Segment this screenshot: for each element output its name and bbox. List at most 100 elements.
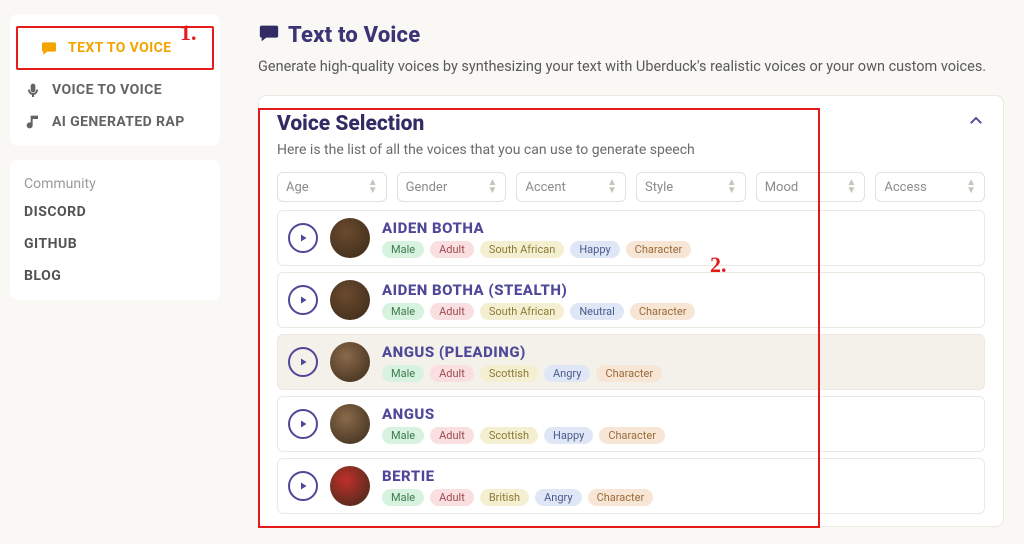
- voice-list: AIDEN BOTHA Male Adult South African Happy Ch…: [277, 210, 985, 514]
- sort-icon: ▲▼: [727, 179, 737, 195]
- voice-tag: Adult: [430, 427, 474, 444]
- voice-tag: Scottish: [480, 365, 538, 382]
- sort-icon: ▲▼: [846, 179, 856, 195]
- filter-gender[interactable]: Gender ▲▼: [397, 172, 507, 202]
- voice-name: AIDEN BOTHA (STEALTH): [382, 281, 695, 299]
- chat-icon: [258, 22, 280, 48]
- voice-selection-panel: Voice Selection Here is the list of all …: [258, 95, 1004, 527]
- community-heading: Community: [10, 168, 220, 196]
- sort-icon: ▲▼: [487, 179, 497, 195]
- voice-tag: Character: [596, 365, 662, 382]
- voice-info: AIDEN BOTHA (STEALTH) Male Adult South Afri…: [382, 281, 695, 320]
- collapse-toggle[interactable]: [967, 112, 985, 134]
- filter-style[interactable]: Style ▲▼: [636, 172, 746, 202]
- voice-tag: Character: [630, 303, 696, 320]
- voice-tag: British: [480, 489, 529, 506]
- filter-age[interactable]: Age ▲▼: [277, 172, 387, 202]
- chat-icon: [40, 40, 58, 56]
- voice-row[interactable]: AIDEN BOTHA (STEALTH) Male Adult South Afri…: [277, 272, 985, 328]
- community-link-github[interactable]: GITHUB: [10, 228, 220, 260]
- voice-tag: Adult: [430, 489, 474, 506]
- voice-row[interactable]: BERTIE Male Adult British Angry Character: [277, 458, 985, 514]
- sort-icon: ▲▼: [966, 179, 976, 195]
- voice-tag: Adult: [430, 241, 474, 258]
- voice-row[interactable]: ANGUS Male Adult Scottish Happy Character: [277, 396, 985, 452]
- voice-tag: Male: [382, 489, 424, 506]
- play-button[interactable]: [288, 409, 318, 439]
- panel-title: Voice Selection: [277, 112, 695, 136]
- voice-tag: Character: [599, 427, 665, 444]
- sidebar: TEXT TO VOICE VOICE TO VOICE AI GENERATED …: [0, 0, 230, 544]
- voice-tag: Male: [382, 365, 424, 382]
- voice-tags: Male Adult Scottish Happy Character: [382, 427, 665, 444]
- music-icon: [24, 114, 42, 130]
- filter-label: Access: [884, 180, 926, 195]
- nav-item-ai-generated-rap[interactable]: AI GENERATED RAP: [10, 106, 220, 138]
- voice-info: BERTIE Male Adult British Angry Character: [382, 467, 653, 506]
- voice-tag: Male: [382, 303, 424, 320]
- voice-avatar: [330, 218, 370, 258]
- nav-item-label: VOICE TO VOICE: [52, 82, 162, 98]
- filter-accent[interactable]: Accent ▲▼: [516, 172, 626, 202]
- filter-label: Age: [286, 180, 309, 195]
- nav-item-label: TEXT TO VOICE: [68, 40, 172, 56]
- page-header: Text to Voice: [258, 22, 1004, 48]
- voice-tag: Character: [626, 241, 692, 258]
- voice-info: AIDEN BOTHA Male Adult South African Happy Ch…: [382, 219, 691, 258]
- voice-tag: Scottish: [480, 427, 538, 444]
- voice-tags: Male Adult South African Neutral Character: [382, 303, 695, 320]
- voice-name: ANGUS: [382, 405, 665, 423]
- community-link-discord[interactable]: DISCORD: [10, 196, 220, 228]
- voice-avatar: [330, 280, 370, 320]
- play-button[interactable]: [288, 285, 318, 315]
- voice-name: BERTIE: [382, 467, 653, 485]
- nav-item-voice-to-voice[interactable]: VOICE TO VOICE: [10, 74, 220, 106]
- voice-avatar: [330, 342, 370, 382]
- filter-mood[interactable]: Mood ▲▼: [756, 172, 866, 202]
- voice-tag: South African: [480, 303, 564, 320]
- voice-tag: Angry: [535, 489, 581, 506]
- voice-tag: Happy: [544, 427, 593, 444]
- filter-label: Mood: [765, 180, 799, 195]
- voice-name: ANGUS (PLEADING): [382, 343, 662, 361]
- voice-row[interactable]: ANGUS (PLEADING) Male Adult Scottish Angry Ch…: [277, 334, 985, 390]
- nav-group: TEXT TO VOICE VOICE TO VOICE AI GENERATED …: [10, 14, 220, 146]
- voice-info: ANGUS Male Adult Scottish Happy Character: [382, 405, 665, 444]
- nav-item-text-to-voice[interactable]: TEXT TO VOICE: [26, 32, 204, 64]
- sort-icon: ▲▼: [607, 179, 617, 195]
- play-button[interactable]: [288, 223, 318, 253]
- filter-label: Accent: [525, 180, 565, 195]
- voice-tag: Adult: [430, 303, 474, 320]
- filter-access[interactable]: Access ▲▼: [875, 172, 985, 202]
- voice-tag: Angry: [544, 365, 590, 382]
- sort-icon: ▲▼: [368, 179, 378, 195]
- voice-tag: Character: [588, 489, 654, 506]
- community-link-blog[interactable]: BLOG: [10, 260, 220, 292]
- nav-item-label: AI GENERATED RAP: [52, 114, 185, 130]
- play-button[interactable]: [288, 347, 318, 377]
- page-title: Text to Voice: [288, 23, 420, 48]
- voice-tag: South African: [480, 241, 564, 258]
- panel-subtitle: Here is the list of all the voices that …: [277, 142, 695, 158]
- voice-tags: Male Adult British Angry Character: [382, 489, 653, 506]
- mic-icon: [24, 82, 42, 98]
- main: Text to Voice Generate high-quality voic…: [230, 0, 1024, 544]
- voice-avatar: [330, 466, 370, 506]
- voice-tags: Male Adult South African Happy Character: [382, 241, 691, 258]
- voice-tag: Neutral: [570, 303, 624, 320]
- voice-tag: Happy: [570, 241, 619, 258]
- voice-name: AIDEN BOTHA: [382, 219, 691, 237]
- filter-label: Gender: [406, 180, 448, 195]
- voice-tags: Male Adult Scottish Angry Character: [382, 365, 662, 382]
- community-group: Community DISCORDGITHUBBLOG: [10, 160, 220, 300]
- voice-tag: Male: [382, 241, 424, 258]
- voice-tag: Male: [382, 427, 424, 444]
- page-subtitle: Generate high-quality voices by synthesi…: [258, 58, 1004, 75]
- play-button[interactable]: [288, 471, 318, 501]
- voice-info: ANGUS (PLEADING) Male Adult Scottish Angry Ch…: [382, 343, 662, 382]
- filter-label: Style: [645, 180, 673, 195]
- filter-row: Age▲▼Gender▲▼Accent▲▼Style▲▼Mood▲▼Access…: [277, 172, 985, 202]
- voice-row[interactable]: AIDEN BOTHA Male Adult South African Happy Ch…: [277, 210, 985, 266]
- voice-avatar: [330, 404, 370, 444]
- voice-tag: Adult: [430, 365, 474, 382]
